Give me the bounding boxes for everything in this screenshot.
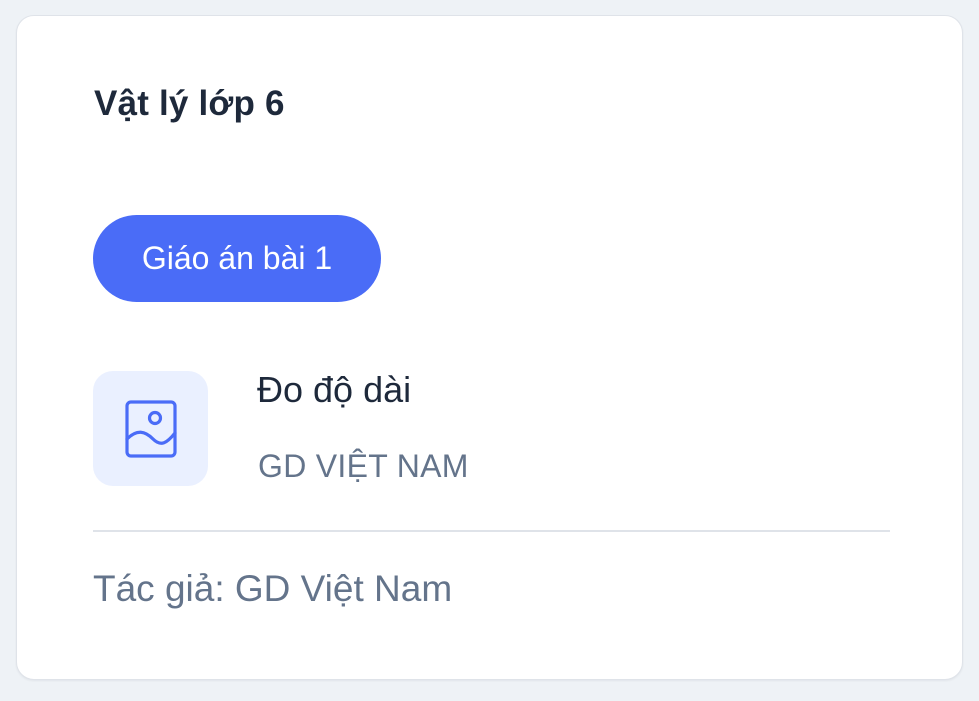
item-title[interactable]: Đo độ dài [257, 368, 411, 412]
card-title: Vật lý lớp 6 [94, 84, 285, 123]
item-thumbnail [93, 371, 208, 486]
divider [93, 530, 890, 532]
item-publisher: GD VIỆT NAM [258, 448, 469, 484]
author-text: Tác giả: GD Việt Nam [93, 568, 453, 609]
lesson-card[interactable]: Vật lý lớp 6 Giáo án bài 1 Đo độ dài GD … [16, 15, 963, 680]
lesson-tag-button[interactable]: Giáo án bài 1 [93, 215, 381, 302]
image-icon [124, 399, 177, 458]
